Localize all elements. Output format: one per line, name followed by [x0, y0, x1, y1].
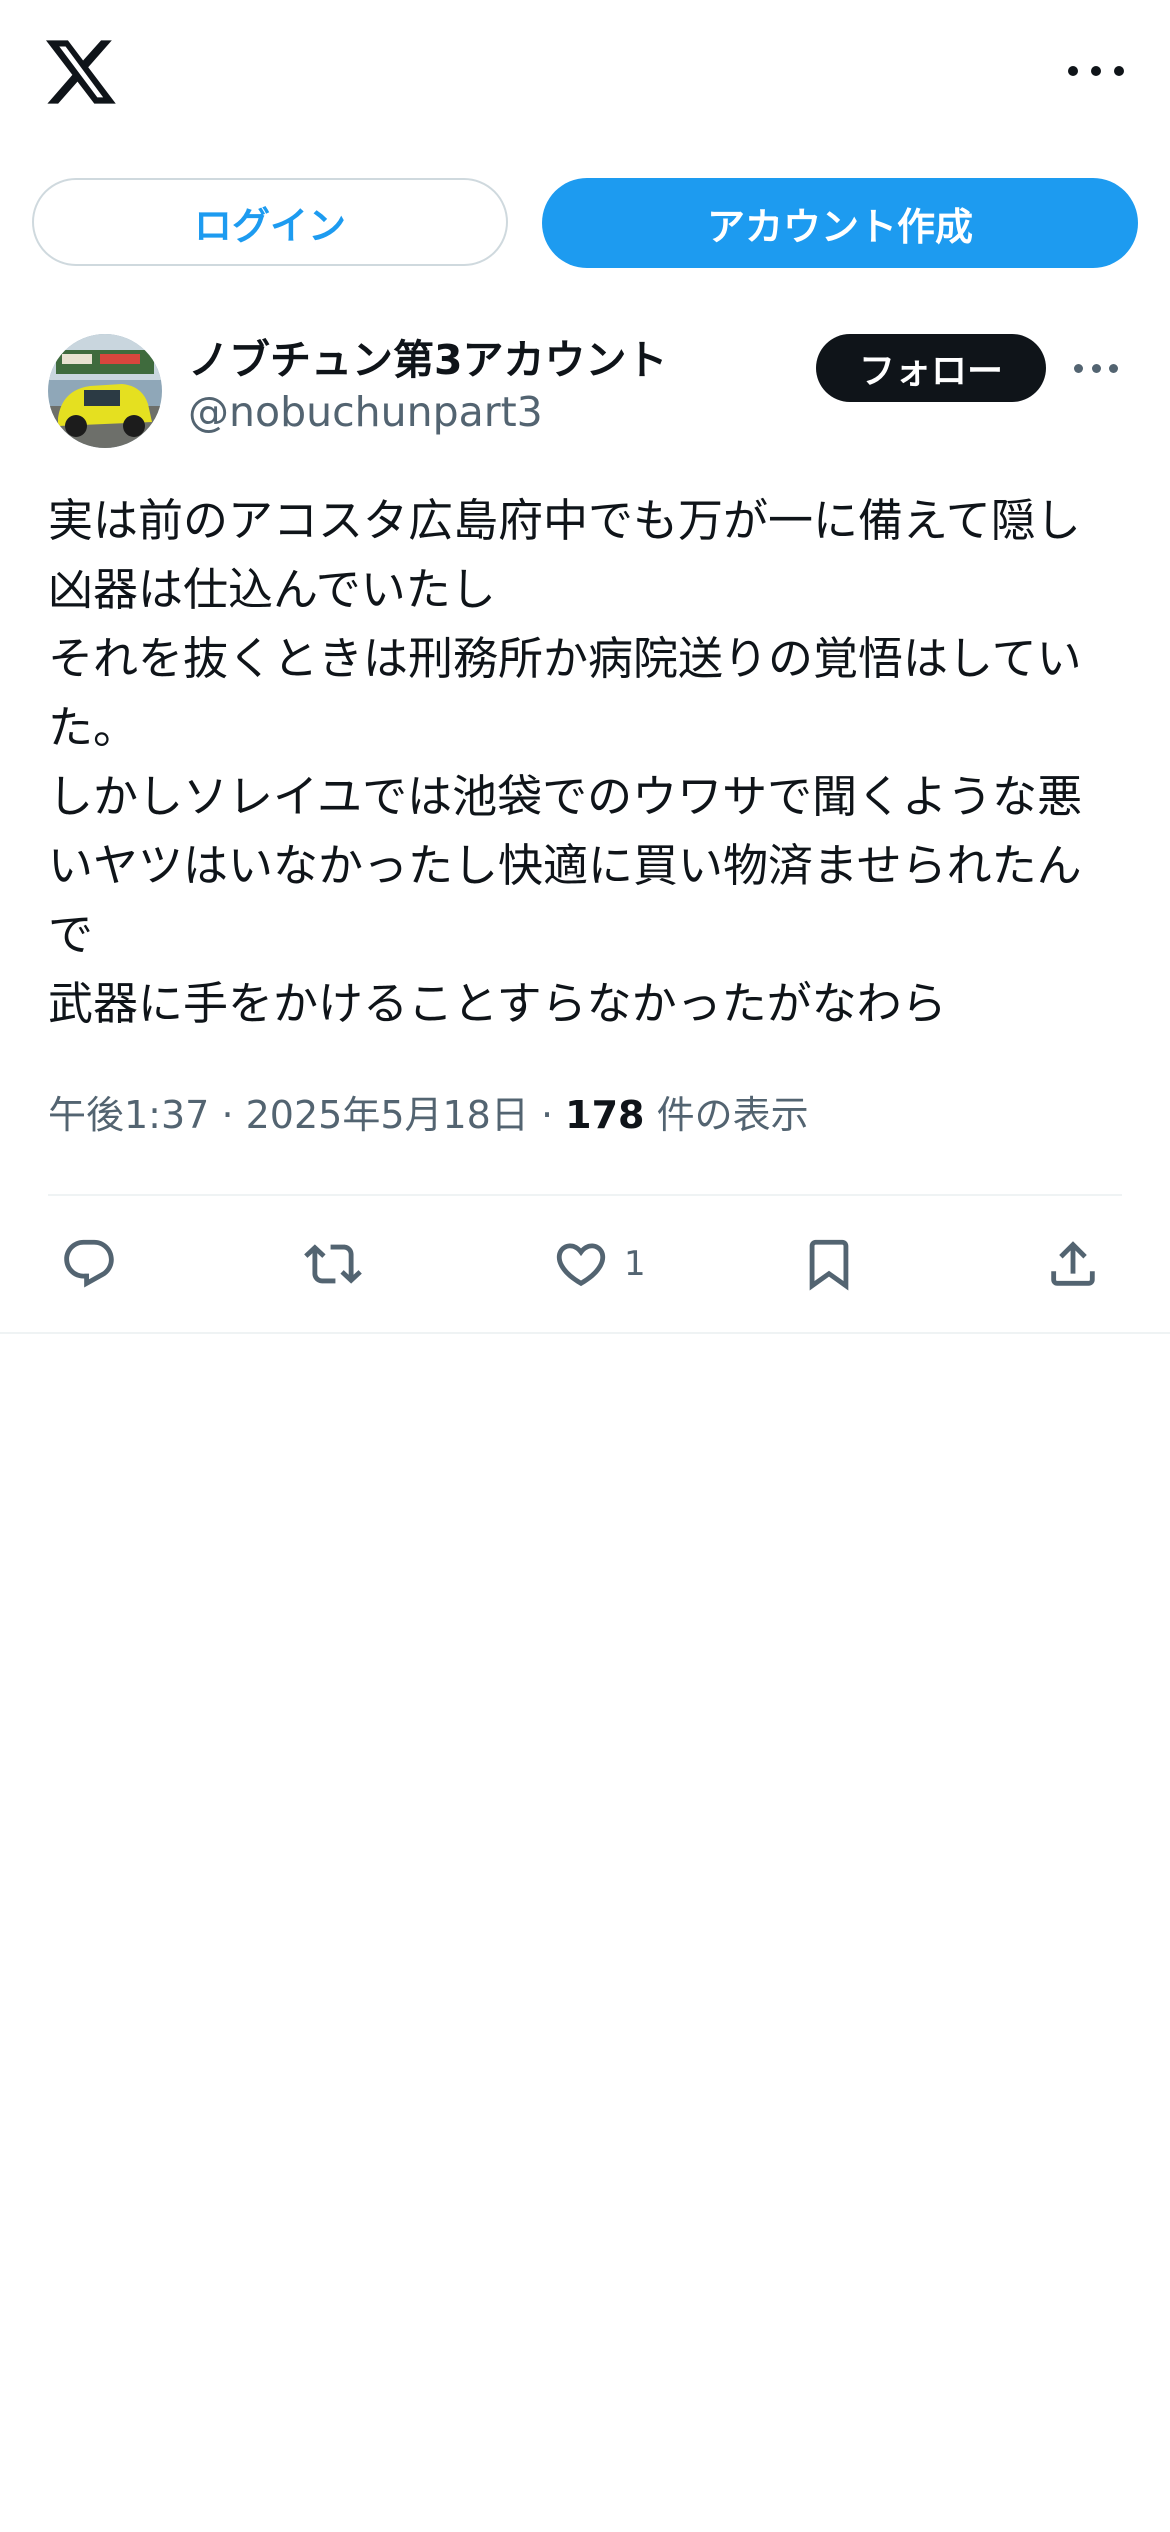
reply-icon [64, 1239, 114, 1288]
follow-button[interactable]: フォロー [816, 334, 1046, 402]
share-icon [1051, 1241, 1095, 1286]
bookmark-button[interactable] [800, 1226, 858, 1302]
more-horizontal-icon[interactable] [1068, 56, 1124, 86]
user-handle[interactable]: @nobuchunpart3 [188, 388, 543, 436]
display-name[interactable]: ノブチュン第3アカウント [188, 326, 668, 386]
tweet-actions: 1 [48, 1226, 1122, 1306]
like-count: 1 [624, 1244, 646, 1284]
views-label: 件の表示 [656, 1093, 809, 1137]
signup-button[interactable]: アカウント作成 [542, 178, 1138, 268]
login-button[interactable]: ログイン [32, 178, 508, 266]
tweet-time[interactable]: 午後1:37 [48, 1093, 209, 1137]
tweet-date[interactable]: 2025年5月18日 [246, 1093, 529, 1137]
x-logo-icon[interactable] [46, 40, 116, 104]
avatar[interactable] [48, 334, 162, 448]
repost-button[interactable] [304, 1226, 362, 1302]
bookmark-icon [809, 1239, 849, 1291]
divider [48, 1194, 1122, 1196]
tweet-header: ノブチュン第3アカウント @nobuchunpart3 フォロー [48, 326, 1122, 456]
like-button[interactable]: 1 [552, 1226, 646, 1302]
meta-separator: · [540, 1093, 554, 1137]
divider [0, 1332, 1170, 1334]
meta-separator: · [221, 1093, 234, 1137]
tweet-text: 実は前のアコスタ広島府中でも万が一に備えて隠し凶器は仕込んでいたし それを抜くと… [48, 494, 1083, 1030]
share-button[interactable] [1044, 1226, 1102, 1302]
heart-icon [556, 1243, 606, 1287]
top-bar [0, 0, 1170, 150]
auth-buttons: ログイン アカウント作成 [32, 178, 1138, 270]
views-count: 178 [565, 1093, 645, 1137]
reply-button[interactable] [60, 1226, 118, 1302]
tweet-meta: 午後1:37 · 2025年5月18日 · 178 件の表示 [48, 1084, 809, 1139]
more-horizontal-icon[interactable] [1074, 360, 1118, 376]
repost-icon [304, 1244, 362, 1284]
